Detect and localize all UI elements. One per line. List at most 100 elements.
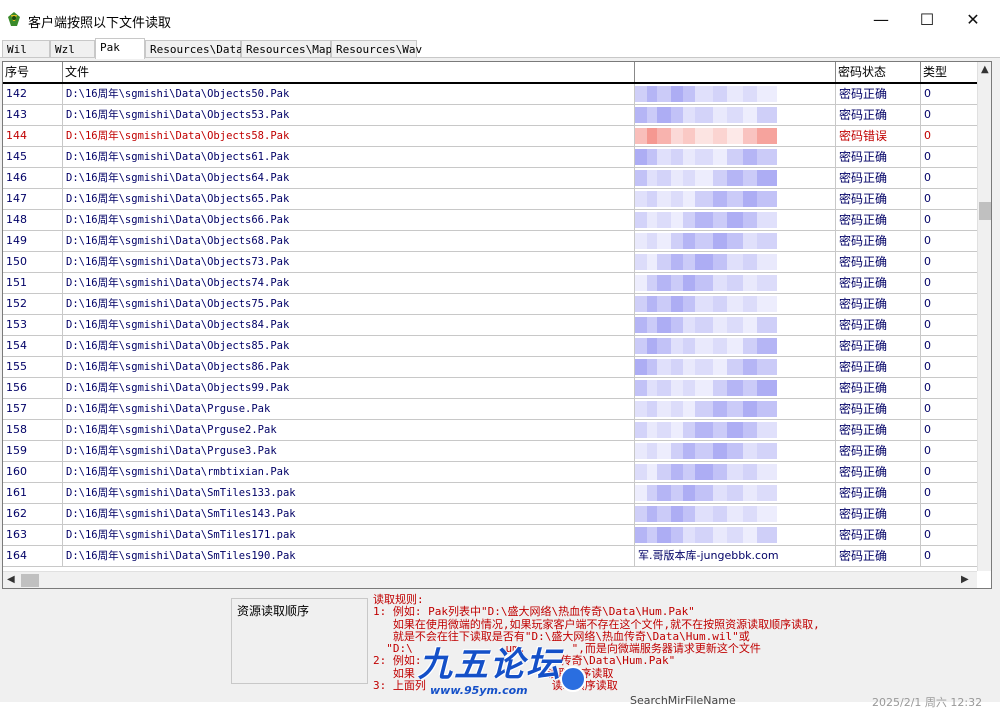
row-type: 0 bbox=[921, 525, 978, 545]
row-index: 146 bbox=[3, 168, 63, 188]
row-password-status: 密码正确 bbox=[836, 378, 921, 398]
horizontal-scrollbar[interactable]: ◀ ▶ bbox=[3, 571, 977, 588]
row-file-path: D:\16周年\sgmishi\Data\Objects68.Pak bbox=[63, 231, 635, 251]
table-row[interactable]: 145 D:\16周年\sgmishi\Data\Objects61.Pak 密码正… bbox=[3, 147, 978, 168]
tab-resources-data[interactable]: Resources\Data bbox=[145, 40, 243, 58]
table-row[interactable]: 142 D:\16周年\sgmishi\Data\Objects50.Pak 密码正… bbox=[3, 84, 978, 105]
row-file-path: D:\16周年\sgmishi\Data\Objects58.Pak bbox=[63, 126, 635, 146]
row-index: 143 bbox=[3, 105, 63, 125]
table-header: 序号 文件 密码状态 类型 bbox=[3, 62, 978, 84]
row-index: 164 bbox=[3, 546, 63, 566]
row-blurred-cell bbox=[635, 231, 836, 251]
row-blurred-cell bbox=[635, 126, 836, 146]
row-type: 0 bbox=[921, 504, 978, 524]
table-row[interactable]: 153 D:\16周年\sgmishi\Data\Objects84.Pak 密码正… bbox=[3, 315, 978, 336]
minimize-icon: — bbox=[873, 9, 889, 29]
row-index: 159 bbox=[3, 441, 63, 461]
pixelated-redaction bbox=[635, 464, 815, 480]
table-row[interactable]: 162 D:\16周年\sgmishi\Data\SmTiles143.Pak 密码… bbox=[3, 504, 978, 525]
pixelated-redaction bbox=[635, 191, 815, 207]
row-blurred-cell bbox=[635, 84, 836, 104]
row-type: 0 bbox=[921, 441, 978, 461]
row-file-path: D:\16周年\sgmishi\Data\Objects85.Pak bbox=[63, 336, 635, 356]
header-type[interactable]: 类型 bbox=[921, 62, 978, 82]
close-button[interactable]: ✕ bbox=[950, 4, 996, 34]
row-type: 0 bbox=[921, 84, 978, 104]
row-index: 148 bbox=[3, 210, 63, 230]
table-row[interactable]: 143 D:\16周年\sgmishi\Data\Objects53.Pak 密码正… bbox=[3, 105, 978, 126]
tab-wzl[interactable]: Wzl bbox=[50, 40, 95, 58]
background-window-date: 2025/2/1 周六 12:32 bbox=[872, 696, 983, 709]
row-file-path: D:\16周年\sgmishi\Data\SmTiles171.pak bbox=[63, 525, 635, 545]
row-file-path: D:\16周年\sgmishi\Data\Objects99.Pak bbox=[63, 378, 635, 398]
tab-resources-wav[interactable]: Resources\Wav bbox=[331, 40, 422, 58]
table-row[interactable]: 159 D:\16周年\sgmishi\Data\Prguse3.Pak 密码正确 0 bbox=[3, 441, 978, 462]
scroll-up-icon[interactable]: ▲ bbox=[981, 64, 989, 75]
table-row[interactable]: 164 D:\16周年\sgmishi\Data\SmTiles190.Pak 军.… bbox=[3, 546, 978, 567]
pixelated-redaction bbox=[635, 359, 815, 375]
table-row[interactable]: 155 D:\16周年\sgmishi\Data\Objects86.Pak 密码正… bbox=[3, 357, 978, 378]
tab-pak[interactable]: Pak bbox=[95, 38, 145, 59]
row-password-status: 密码错误 bbox=[836, 126, 921, 146]
row-password-status: 密码正确 bbox=[836, 420, 921, 440]
file-table[interactable]: 序号 文件 密码状态 类型 142 D:\16周年\sgmishi\Data\Ob… bbox=[2, 61, 992, 589]
row-blurred-cell bbox=[635, 525, 836, 545]
pixelated-redaction bbox=[635, 128, 815, 144]
row-password-status: 密码正确 bbox=[836, 147, 921, 167]
table-row[interactable]: 156 D:\16周年\sgmishi\Data\Objects99.Pak 密码正… bbox=[3, 378, 978, 399]
table-row[interactable]: 150 D:\16周年\sgmishi\Data\Objects73.Pak 密码正… bbox=[3, 252, 978, 273]
minimize-button[interactable]: — bbox=[858, 4, 904, 34]
row-type: 0 bbox=[921, 273, 978, 293]
pixelated-redaction bbox=[635, 401, 815, 417]
table-row[interactable]: 148 D:\16周年\sgmishi\Data\Objects66.Pak 密码正… bbox=[3, 210, 978, 231]
table-row[interactable]: 146 D:\16周年\sgmishi\Data\Objects64.Pak 密码正… bbox=[3, 168, 978, 189]
tab-resources-map[interactable]: Resources\Map bbox=[241, 40, 332, 58]
table-row[interactable]: 160 D:\16周年\sgmishi\Data\rmbtixian.Pak 密码正… bbox=[3, 462, 978, 483]
header-password-status[interactable]: 密码状态 bbox=[836, 62, 921, 82]
row-password-status: 密码正确 bbox=[836, 168, 921, 188]
row-password-status: 密码正确 bbox=[836, 483, 921, 503]
header-blurred[interactable] bbox=[635, 62, 836, 82]
row-blurred-cell bbox=[635, 105, 836, 125]
table-row[interactable]: 151 D:\16周年\sgmishi\Data\Objects74.Pak 密码正… bbox=[3, 273, 978, 294]
pixelated-redaction bbox=[635, 338, 815, 354]
pixelated-redaction bbox=[635, 233, 815, 249]
table-row[interactable]: 161 D:\16周年\sgmishi\Data\SmTiles133.pak 密码… bbox=[3, 483, 978, 504]
header-file[interactable]: 文件 bbox=[63, 62, 635, 82]
pixelated-redaction bbox=[635, 107, 815, 123]
pixelated-redaction bbox=[635, 149, 815, 165]
row-index: 155 bbox=[3, 357, 63, 377]
table-row[interactable]: 147 D:\16周年\sgmishi\Data\Objects65.Pak 密码正… bbox=[3, 189, 978, 210]
horizontal-scroll-thumb[interactable] bbox=[21, 574, 39, 587]
table-row[interactable]: 149 D:\16周年\sgmishi\Data\Objects68.Pak 密码正… bbox=[3, 231, 978, 252]
table-row[interactable]: 158 D:\16周年\sgmishi\Data\Prguse2.Pak 密码正确 0 bbox=[3, 420, 978, 441]
table-row[interactable]: 154 D:\16周年\sgmishi\Data\Objects85.Pak 密码正… bbox=[3, 336, 978, 357]
row-blurred-cell bbox=[635, 273, 836, 293]
row-file-path: D:\16周年\sgmishi\Data\Objects74.Pak bbox=[63, 273, 635, 293]
row-index: 162 bbox=[3, 504, 63, 524]
row-password-status: 密码正确 bbox=[836, 462, 921, 482]
pixelated-redaction bbox=[635, 170, 815, 186]
vertical-scroll-thumb[interactable] bbox=[979, 202, 991, 220]
table-row[interactable]: 144 D:\16周年\sgmishi\Data\Objects58.Pak 密码错… bbox=[3, 126, 978, 147]
row-blurred-cell bbox=[635, 462, 836, 482]
table-row[interactable]: 152 D:\16周年\sgmishi\Data\Objects75.Pak 密码正… bbox=[3, 294, 978, 315]
pixelated-redaction bbox=[635, 506, 815, 522]
row-blurred-cell bbox=[635, 210, 836, 230]
row-blurred-cell bbox=[635, 420, 836, 440]
tab-wil[interactable]: Wil bbox=[2, 40, 50, 58]
vertical-scrollbar[interactable]: ▲ bbox=[977, 62, 991, 571]
header-index[interactable]: 序号 bbox=[3, 62, 63, 82]
maximize-button[interactable]: ☐ bbox=[904, 4, 950, 34]
row-type: 0 bbox=[921, 252, 978, 272]
row-password-status: 密码正确 bbox=[836, 273, 921, 293]
table-row[interactable]: 157 D:\16周年\sgmishi\Data\Prguse.Pak 密码正确 0 bbox=[3, 399, 978, 420]
scroll-right-icon[interactable]: ▶ bbox=[961, 574, 969, 585]
row-type: 0 bbox=[921, 399, 978, 419]
table-row[interactable]: 163 D:\16周年\sgmishi\Data\SmTiles171.pak 密码… bbox=[3, 525, 978, 546]
row-blurred-cell bbox=[635, 189, 836, 209]
scroll-left-icon[interactable]: ◀ bbox=[7, 574, 15, 585]
row-type: 0 bbox=[921, 210, 978, 230]
row-file-path: D:\16周年\sgmishi\Data\Prguse2.Pak bbox=[63, 420, 635, 440]
row-type: 0 bbox=[921, 420, 978, 440]
